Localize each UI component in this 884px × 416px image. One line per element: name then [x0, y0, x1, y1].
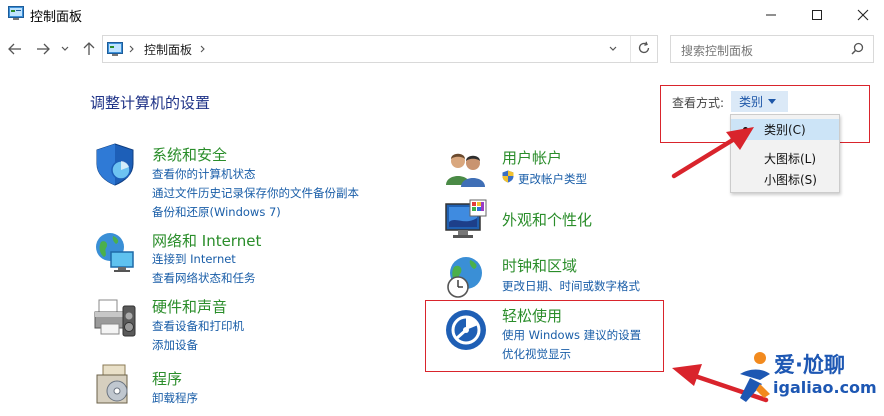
control-panel-icon [107, 42, 123, 56]
chevron-down-icon [61, 46, 69, 51]
recent-locations-button[interactable] [58, 38, 72, 60]
menu-item-label: 大图标(L) [764, 152, 817, 166]
back-arrow-icon [8, 43, 21, 55]
control-panel-icon [8, 6, 24, 20]
up-button[interactable] [79, 38, 99, 60]
category-appearance-personalization[interactable]: 外观和个性化 [502, 209, 592, 230]
category-hardware-sound[interactable]: 硬件和声音 [152, 296, 227, 317]
forward-button[interactable] [33, 38, 53, 60]
refresh-icon[interactable] [637, 41, 651, 55]
search-icon[interactable] [851, 42, 864, 55]
watermark-logo-icon [740, 352, 770, 402]
programs-icon[interactable] [93, 363, 137, 407]
link-view-computer-status[interactable]: 查看你的计算机状态 [152, 166, 256, 182]
link-change-date-time-format[interactable]: 更改日期、时间或数字格式 [502, 278, 640, 294]
close-icon [857, 9, 869, 21]
breadcrumb-chevron-icon [129, 45, 134, 53]
users-icon[interactable] [444, 147, 488, 191]
category-clock-region[interactable]: 时钟和区域 [502, 255, 577, 276]
breadcrumb-chevron-icon[interactable] [200, 45, 206, 53]
page-title: 调整计算机的设置 [90, 94, 211, 112]
minimize-icon [766, 14, 776, 16]
menu-item-label: 类别(C) [764, 123, 806, 137]
link-add-device[interactable]: 添加设备 [152, 337, 198, 353]
forward-arrow-icon [37, 43, 50, 55]
breadcrumb-control-panel[interactable]: 控制面板 [144, 41, 192, 58]
uac-shield-icon [502, 170, 514, 183]
category-system-security[interactable]: 系统和安全 [152, 144, 227, 165]
shield-icon[interactable] [93, 142, 137, 186]
maximize-icon [812, 10, 822, 20]
annotation-arrow-icon [671, 127, 754, 179]
link-change-account-type[interactable]: 更改帐户类型 [518, 171, 587, 187]
link-network-status[interactable]: 查看网络状态和任务 [152, 270, 256, 286]
category-programs[interactable]: 程序 [152, 368, 182, 389]
link-devices-printers[interactable]: 查看设备和打印机 [152, 318, 244, 334]
address-dropdown-icon[interactable] [609, 46, 617, 52]
divider [630, 36, 631, 62]
annotation-highlight-box [425, 300, 664, 372]
link-uninstall-program[interactable]: 卸载程序 [152, 390, 198, 406]
printer-icon[interactable] [93, 296, 137, 340]
maximize-button[interactable] [794, 0, 840, 30]
monitor-palette-icon[interactable] [444, 198, 488, 242]
network-globe-icon[interactable] [93, 230, 137, 274]
link-backup-restore[interactable]: 备份和还原(Windows 7) [152, 204, 281, 220]
back-button[interactable] [5, 38, 25, 60]
link-connect-internet[interactable]: 连接到 Internet [152, 251, 236, 267]
window-title: 控制面板 [30, 10, 83, 25]
minimize-button[interactable] [748, 0, 794, 30]
category-user-accounts[interactable]: 用户帐户 [502, 147, 562, 168]
search-input[interactable]: 搜索控制面板 [681, 42, 753, 59]
clock-globe-icon[interactable] [444, 255, 488, 299]
menu-item-label: 小图标(S) [764, 173, 817, 187]
link-file-history[interactable]: 通过文件历史记录保存你的文件备份副本 [152, 185, 359, 201]
watermark-domain: igaliao.com [773, 378, 877, 397]
category-network-internet[interactable]: 网络和 Internet [152, 230, 261, 251]
close-button[interactable] [840, 0, 884, 30]
up-arrow-icon [83, 42, 95, 55]
watermark-brand: 爱·尬聊 [774, 353, 845, 377]
